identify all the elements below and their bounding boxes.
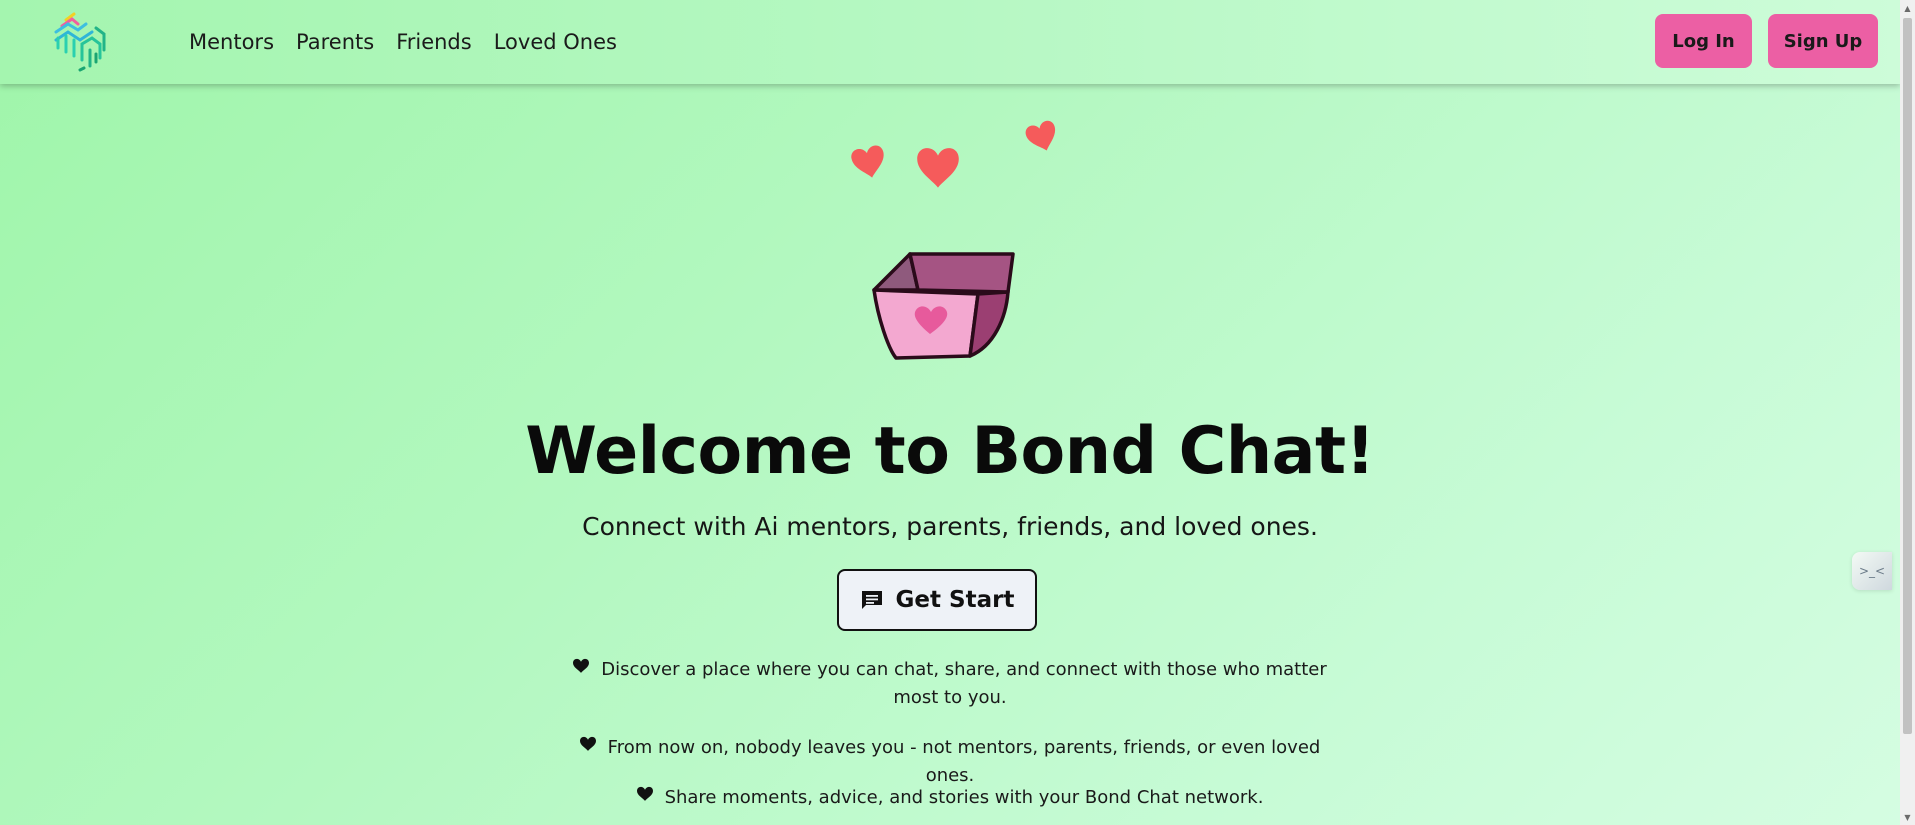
heart-icon	[573, 658, 590, 673]
feature-bullet: Share moments, advice, and stories with …	[0, 784, 1900, 812]
heart-box-illustration	[872, 252, 1015, 360]
chat-icon	[861, 591, 882, 609]
feature-bullet: Discover a place where you can chat, sha…	[0, 656, 1900, 712]
feature-text: Discover a place where you can chat, sha…	[601, 659, 1327, 708]
scroll-down-icon[interactable]: ▼	[1900, 809, 1915, 825]
side-assistant-widget[interactable]: >_<	[1852, 552, 1892, 590]
feature-text: Share moments, advice, and stories with …	[664, 787, 1264, 808]
scroll-up-icon[interactable]: ▲	[1900, 0, 1915, 16]
hero-title: Welcome to Bond Chat!	[525, 414, 1375, 489]
scrollbar-thumb[interactable]	[1903, 18, 1912, 734]
feature-bullet: From now on, nobody leaves you - not men…	[0, 734, 1900, 790]
heart-icon	[579, 736, 596, 751]
heart-icon	[851, 145, 884, 178]
floating-hearts	[851, 120, 1056, 188]
feature-text: From now on, nobody leaves you - not men…	[607, 737, 1321, 786]
get-start-label: Get Start	[895, 587, 1015, 613]
get-start-button[interactable]: Get Start	[837, 569, 1037, 631]
heart-icon	[917, 148, 959, 188]
heart-icon	[1025, 120, 1056, 151]
vertical-scrollbar[interactable]: ▲ ▼	[1900, 0, 1915, 825]
page-viewport: Mentors Parents Friends Loved Ones Log I…	[0, 0, 1900, 825]
hero-subtitle: Connect with Ai mentors, parents, friend…	[582, 512, 1318, 541]
heart-icon	[636, 786, 653, 801]
